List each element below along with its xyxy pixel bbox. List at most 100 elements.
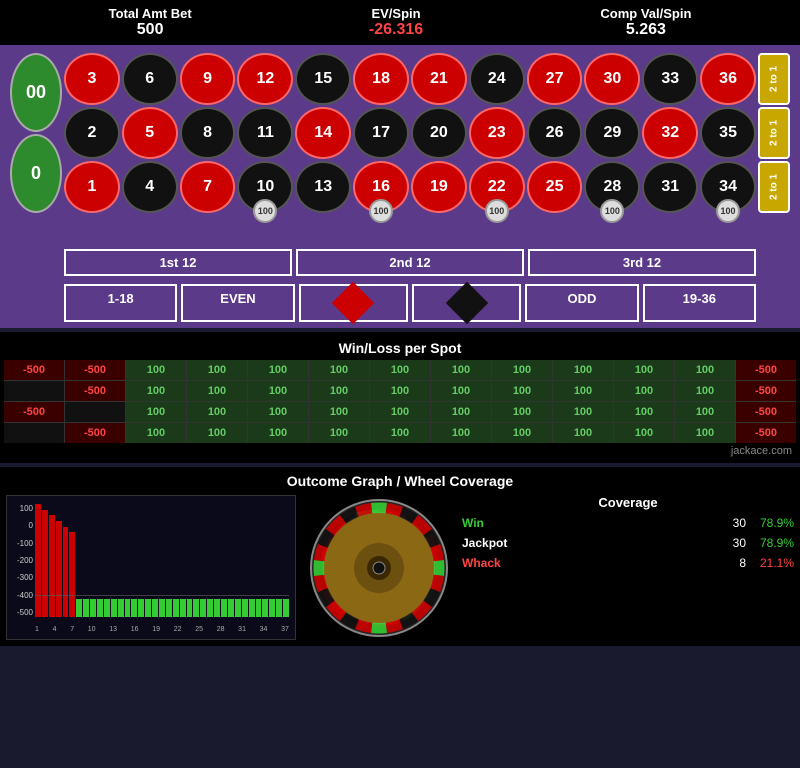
x-label-4: 4 <box>53 626 57 633</box>
num-5[interactable]: 5 <box>122 107 178 159</box>
coverage-jackpot-label: Jackpot <box>462 536 718 550</box>
wl-section: Win/Loss per Spot -500 -500 100 100 100 … <box>0 332 800 463</box>
coverage-jackpot-row: Jackpot 30 78.9% <box>462 536 794 550</box>
num-19[interactable]: 19 <box>411 161 467 213</box>
bar-36 <box>276 599 282 617</box>
num-13[interactable]: 13 <box>295 161 351 213</box>
double-zero[interactable]: 00 <box>10 53 62 132</box>
bet-black[interactable] <box>412 284 521 322</box>
num-32[interactable]: 32 <box>642 107 698 159</box>
bet-even[interactable]: EVEN <box>181 284 294 322</box>
chip-col1: 100 <box>253 199 277 223</box>
num-9[interactable]: 9 <box>180 53 236 105</box>
roulette-wheel <box>309 498 449 638</box>
num-33[interactable]: 33 <box>642 53 698 105</box>
bar-12 <box>111 599 117 617</box>
bar-32 <box>249 599 255 617</box>
ev-spin-section: EV/Spin -26.316 <box>369 6 423 39</box>
wl-r4c12: 100 <box>675 423 735 443</box>
num-14[interactable]: 14 <box>295 107 351 159</box>
bar-28 <box>221 599 227 617</box>
wl-r3c10: 100 <box>553 402 613 422</box>
num-22[interactable]: 22 100 <box>469 161 525 213</box>
first-dozen[interactable]: 1st 12 <box>64 249 292 276</box>
x-label-34: 34 <box>260 626 268 633</box>
bet-19-36[interactable]: 19-36 <box>643 284 756 322</box>
num-15[interactable]: 15 <box>295 53 351 105</box>
wl-r3c13: -500 <box>736 402 796 422</box>
wl-r3c3: 100 <box>126 402 186 422</box>
coverage-win-count: 30 <box>726 516 746 530</box>
bar-18 <box>152 599 158 617</box>
outcome-title: Outcome Graph / Wheel Coverage <box>6 473 794 489</box>
wl-r2c9: 100 <box>492 381 552 401</box>
num-29[interactable]: 29 <box>584 107 640 159</box>
num-1[interactable]: 1 <box>64 161 120 213</box>
num-2[interactable]: 2 <box>64 107 120 159</box>
single-zero[interactable]: 0 <box>10 134 62 213</box>
num-35[interactable]: 35 <box>700 107 756 159</box>
num-3[interactable]: 3 <box>64 53 120 105</box>
bar-17 <box>145 599 151 617</box>
num-28[interactable]: 28 100 <box>584 161 640 213</box>
bar-13 <box>118 599 124 617</box>
bet-odd[interactable]: ODD <box>525 284 638 322</box>
x-label-37: 37 <box>281 626 289 633</box>
y-label-n100: -100 <box>11 539 33 548</box>
num-8[interactable]: 8 <box>180 107 236 159</box>
coverage-whack-row: Whack 8 21.1% <box>462 556 794 570</box>
num-26[interactable]: 26 <box>527 107 583 159</box>
bet-red[interactable] <box>299 284 408 322</box>
side-bet-bot[interactable]: 2 to 1 <box>758 161 790 213</box>
num-31[interactable]: 31 <box>642 161 698 213</box>
coverage-win-label: Win <box>462 516 718 530</box>
num-23[interactable]: 23 <box>469 107 525 159</box>
wl-r4c1 <box>4 423 64 443</box>
y-label-100: 100 <box>11 504 33 513</box>
wl-title: Win/Loss per Spot <box>4 336 796 360</box>
wl-r1c3: 100 <box>126 360 186 380</box>
num-12[interactable]: 12 <box>237 53 293 105</box>
coverage-win-row: Win 30 78.9% <box>462 516 794 530</box>
num-27[interactable]: 27 <box>527 53 583 105</box>
red-diamond-icon <box>332 282 374 324</box>
y-label-n400: -400 <box>11 591 33 600</box>
third-dozen[interactable]: 3rd 12 <box>528 249 756 276</box>
bar-27 <box>214 599 220 617</box>
bar-37 <box>283 599 289 617</box>
num-11[interactable]: 11 <box>237 107 293 159</box>
num-21[interactable]: 21 <box>411 53 467 105</box>
bet-1-18[interactable]: 1-18 <box>64 284 177 322</box>
bar-34 <box>262 599 268 617</box>
wl-r2c2: -500 <box>65 381 125 401</box>
roulette-table: 00 0 3 6 9 12 15 18 21 24 27 30 33 36 2 … <box>0 45 800 328</box>
wl-r3c5: 100 <box>248 402 308 422</box>
num-25[interactable]: 25 <box>527 161 583 213</box>
num-6[interactable]: 6 <box>122 53 178 105</box>
wl-r2c3: 100 <box>126 381 186 401</box>
second-dozen[interactable]: 2nd 12 <box>296 249 524 276</box>
ev-spin-value: -26.316 <box>369 21 423 39</box>
bar-25 <box>200 599 206 617</box>
side-bets-column: 2 to 1 2 to 1 2 to 1 <box>758 53 790 213</box>
num-18[interactable]: 18 <box>353 53 409 105</box>
num-7[interactable]: 7 <box>180 161 236 213</box>
x-label-10: 10 <box>88 626 96 633</box>
side-bet-top[interactable]: 2 to 1 <box>758 53 790 105</box>
num-30[interactable]: 30 <box>584 53 640 105</box>
num-36[interactable]: 36 <box>700 53 756 105</box>
num-17[interactable]: 17 <box>353 107 409 159</box>
num-34[interactable]: 34 100 <box>700 161 756 213</box>
num-16[interactable]: 16 100 <box>353 161 409 213</box>
num-20[interactable]: 20 <box>411 107 467 159</box>
chip-col3: 100 <box>485 199 509 223</box>
x-label-28: 28 <box>217 626 225 633</box>
num-4[interactable]: 4 <box>122 161 178 213</box>
side-bet-mid[interactable]: 2 to 1 <box>758 107 790 159</box>
total-amt-bet-value: 500 <box>109 21 192 39</box>
bar-15 <box>131 599 137 617</box>
y-label-n300: -300 <box>11 573 33 582</box>
num-10[interactable]: 10 100 <box>237 161 293 213</box>
num-24[interactable]: 24 <box>469 53 525 105</box>
bar-26 <box>207 599 213 617</box>
